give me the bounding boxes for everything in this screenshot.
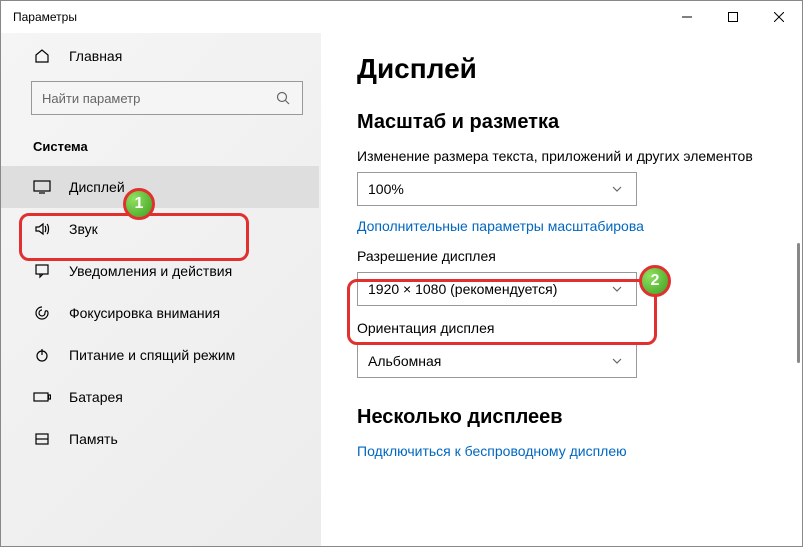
content-area: Дисплей Масштаб и разметка Изменение раз… xyxy=(321,33,802,546)
battery-icon xyxy=(33,388,51,406)
storage-icon xyxy=(33,430,51,448)
display-icon xyxy=(33,178,51,196)
section-scale-layout: Масштаб и разметка xyxy=(357,111,772,134)
window-title: Параметры xyxy=(13,10,77,24)
label-resolution: Разрешение дисплея xyxy=(357,248,772,264)
link-advanced-scaling[interactable]: Дополнительные параметры масштабирова xyxy=(357,218,772,234)
category-label: Система xyxy=(1,133,319,166)
sidebar-item-label: Звук xyxy=(69,221,98,237)
sidebar-item-label: Питание и спящий режим xyxy=(69,347,235,363)
sidebar-item-sound[interactable]: Звук xyxy=(1,208,319,250)
sound-icon xyxy=(33,220,51,238)
sidebar-item-focus[interactable]: Фокусировка внимания xyxy=(1,292,319,334)
sidebar-item-battery[interactable]: Батарея xyxy=(1,376,319,418)
scrollbar[interactable] xyxy=(797,243,800,363)
sidebar-item-label: Батарея xyxy=(69,389,123,405)
settings-window: Параметры Главная Найти параметр Система… xyxy=(0,0,803,547)
search-input[interactable]: Найти параметр xyxy=(31,81,303,115)
home-label: Главная xyxy=(69,48,122,64)
dropdown-orientation[interactable]: Альбомная xyxy=(357,344,637,378)
notifications-icon xyxy=(33,262,51,280)
sidebar-item-label: Фокусировка внимания xyxy=(69,305,220,321)
sidebar-item-storage[interactable]: Память xyxy=(1,418,319,460)
dropdown-scale-value: 100% xyxy=(368,181,608,197)
minimize-button[interactable] xyxy=(664,1,710,33)
titlebar: Параметры xyxy=(1,1,802,33)
search-icon xyxy=(274,89,292,107)
label-orientation: Ориентация дисплея xyxy=(357,320,772,336)
chevron-down-icon xyxy=(608,280,626,298)
annotation-badge-2: 2 xyxy=(639,265,671,297)
section-multiple-displays: Несколько дисплеев xyxy=(357,406,772,429)
link-wireless-display[interactable]: Подключиться к беспроводному дисплею xyxy=(357,443,772,459)
sidebar-item-power[interactable]: Питание и спящий режим xyxy=(1,334,319,376)
power-icon xyxy=(33,346,51,364)
dropdown-resolution[interactable]: 1920 × 1080 (рекомендуется) xyxy=(357,272,637,306)
page-heading: Дисплей xyxy=(357,53,772,85)
search-placeholder: Найти параметр xyxy=(42,91,274,106)
label-text-size: Изменение размера текста, приложений и д… xyxy=(357,148,772,164)
sidebar-item-notifications[interactable]: Уведомления и действия xyxy=(1,250,319,292)
home-icon xyxy=(33,47,51,65)
sidebar-item-label: Дисплей xyxy=(69,179,125,195)
close-button[interactable] xyxy=(756,1,802,33)
chevron-down-icon xyxy=(608,352,626,370)
sidebar: Главная Найти параметр Система Дисплей З… xyxy=(1,33,321,546)
dropdown-resolution-value: 1920 × 1080 (рекомендуется) xyxy=(368,281,608,297)
sidebar-item-display[interactable]: Дисплей xyxy=(1,166,319,208)
sidebar-item-label: Уведомления и действия xyxy=(69,263,232,279)
dropdown-scale[interactable]: 100% xyxy=(357,172,637,206)
dropdown-orientation-value: Альбомная xyxy=(368,353,608,369)
maximize-button[interactable] xyxy=(710,1,756,33)
chevron-down-icon xyxy=(608,180,626,198)
focus-icon xyxy=(33,304,51,322)
sidebar-item-label: Память xyxy=(69,431,118,447)
home-link[interactable]: Главная xyxy=(1,33,319,79)
